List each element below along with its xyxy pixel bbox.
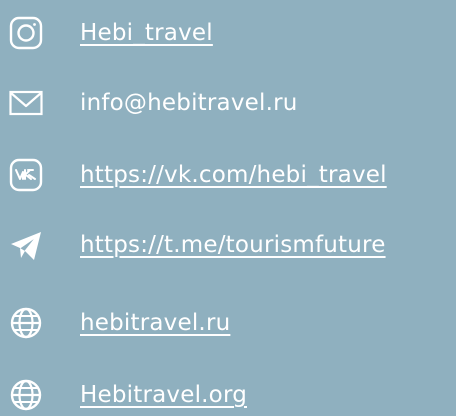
globe-icon — [8, 377, 44, 413]
contact-item-website-ru[interactable]: hebitravel.ru — [0, 300, 456, 350]
contact-item-instagram[interactable]: Hebi_travel — [0, 10, 456, 60]
globe-icon — [8, 305, 44, 341]
contact-item-website-org[interactable]: Hebitravel.org — [0, 372, 456, 416]
contact-link-vk[interactable]: https://vk.com/hebi_travel — [80, 160, 387, 190]
contact-item-vk[interactable]: https://vk.com/hebi_travel — [0, 152, 456, 202]
contact-email-text[interactable]: info@hebitravel.ru — [80, 88, 298, 118]
telegram-icon — [8, 227, 44, 263]
contact-item-email[interactable]: info@hebitravel.ru — [0, 80, 456, 130]
vk-icon — [8, 157, 44, 193]
contact-link-website-org[interactable]: Hebitravel.org — [80, 380, 247, 410]
contact-link-website-ru[interactable]: hebitravel.ru — [80, 308, 230, 338]
contact-link-instagram[interactable]: Hebi_travel — [80, 18, 213, 48]
contact-item-telegram[interactable]: https://t.me/tourismfuture — [0, 222, 456, 272]
contact-link-telegram[interactable]: https://t.me/tourismfuture — [80, 230, 386, 260]
instagram-icon — [8, 15, 44, 51]
mail-icon — [8, 85, 44, 121]
